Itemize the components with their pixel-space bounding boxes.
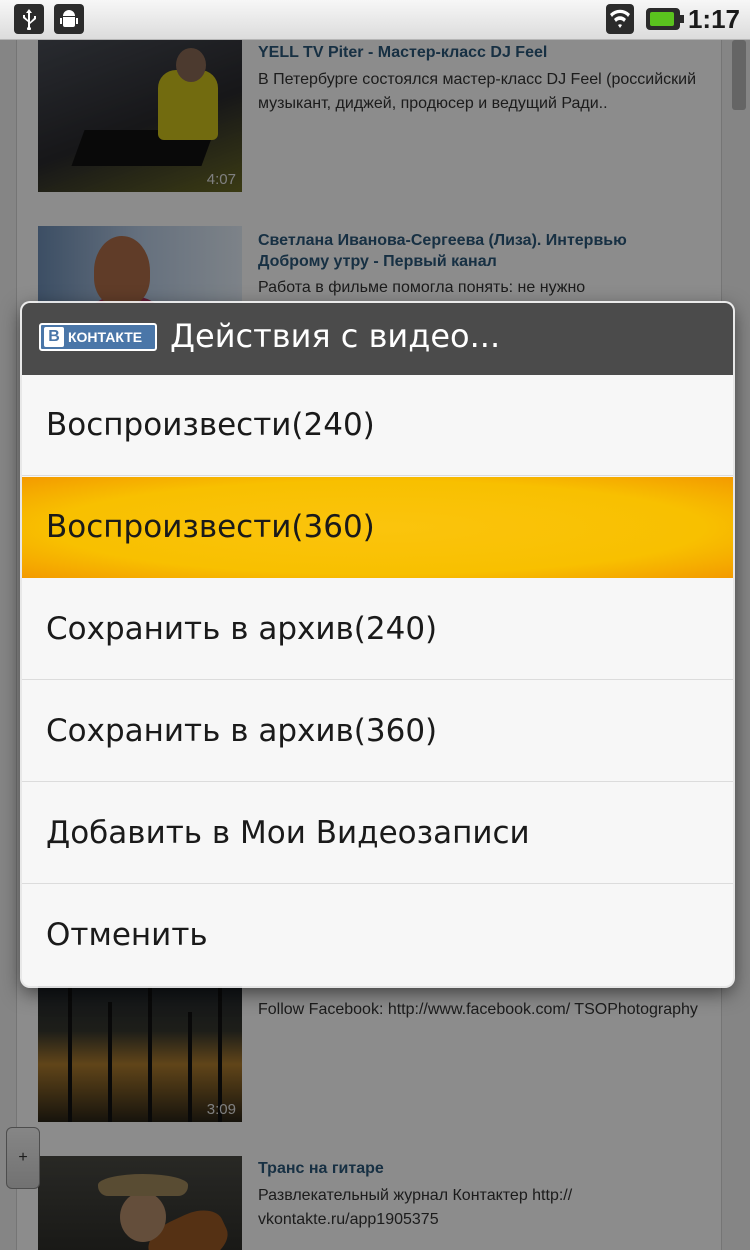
android-debug-icon (54, 4, 84, 34)
wifi-icon (606, 4, 634, 34)
option-label: Воспроизвести(240) (46, 407, 375, 443)
option-label: Отменить (46, 917, 208, 953)
dialog-title: Действия с видео... (170, 317, 501, 355)
option-save-archive-360[interactable]: Сохранить в архив(360) (22, 681, 733, 782)
option-play-240[interactable]: Воспроизвести(240) (22, 375, 733, 476)
vkontakte-logo-icon: В КОНТАКТЕ (39, 323, 157, 351)
option-label: Воспроизвести(360) (46, 509, 375, 545)
dialog-header: В КОНТАКТЕ Действия с видео... (22, 303, 733, 375)
usb-icon (14, 4, 44, 34)
vk-logo-letter: В (44, 327, 64, 347)
option-label: Сохранить в архив(360) (46, 713, 438, 749)
status-bar: 1:17 (0, 0, 750, 40)
option-play-360[interactable]: Воспроизвести(360) (22, 477, 733, 578)
option-label: Добавить в Мои Видеозаписи (46, 815, 530, 851)
battery-icon (646, 8, 684, 30)
video-actions-dialog: В КОНТАКТЕ Действия с видео... Воспроизв… (22, 303, 733, 986)
option-cancel[interactable]: Отменить (22, 885, 733, 986)
clock: 1:17 (687, 4, 740, 34)
vk-logo-text: КОНТАКТЕ (68, 329, 143, 345)
option-label: Сохранить в архив(240) (46, 611, 438, 647)
option-add-to-my-videos[interactable]: Добавить в Мои Видеозаписи (22, 783, 733, 884)
option-save-archive-240[interactable]: Сохранить в архив(240) (22, 579, 733, 680)
